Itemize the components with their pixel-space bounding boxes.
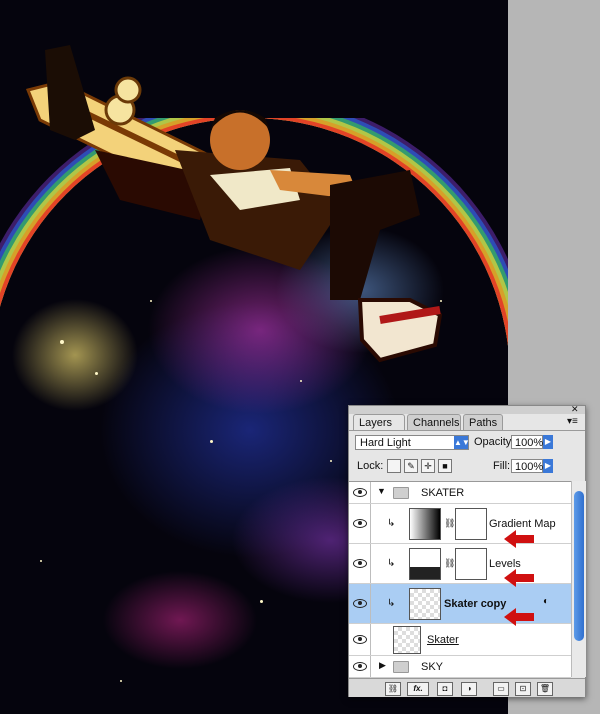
visibility-toggle[interactable] bbox=[349, 482, 371, 503]
layer-group-sky[interactable]: ▶ SKY bbox=[349, 656, 571, 678]
clip-arrow-icon: ↳ bbox=[387, 518, 396, 529]
layer-skater-copy[interactable]: ↳ Skater copy ◐ bbox=[349, 584, 571, 624]
opacity-input[interactable]: 100% bbox=[511, 435, 543, 449]
folder-icon bbox=[393, 487, 409, 499]
annotation-arrow bbox=[504, 608, 534, 626]
star bbox=[120, 680, 122, 682]
delete-layer-icon[interactable]: 🗑 bbox=[537, 682, 553, 696]
layer-name: SKATER bbox=[421, 487, 465, 499]
chain-link-icon: ⛓ bbox=[444, 518, 456, 528]
panel-titlebar[interactable] bbox=[349, 406, 585, 414]
folder-icon bbox=[393, 661, 409, 673]
panel-options-icon[interactable]: ▾≡ bbox=[567, 416, 578, 427]
smart-object-thumbnail bbox=[409, 588, 441, 620]
visibility-toggle[interactable] bbox=[349, 544, 371, 583]
lock-transparent-icon[interactable] bbox=[387, 459, 401, 473]
opacity-value: 100% bbox=[515, 437, 544, 449]
link-layers-icon[interactable]: ⛓ bbox=[385, 682, 401, 696]
blend-mode-value: Hard Light bbox=[360, 437, 411, 449]
dropdown-arrow-icon: ▲▼ bbox=[454, 436, 470, 449]
chain-link-icon: ⛓ bbox=[444, 558, 456, 568]
layer-mask-thumbnail bbox=[455, 548, 487, 580]
tab-label: Channels bbox=[413, 417, 460, 429]
star bbox=[40, 560, 42, 562]
eye-icon bbox=[352, 519, 367, 528]
fill-slider-button[interactable]: ▶ bbox=[543, 459, 553, 473]
layer-name: Gradient Map bbox=[489, 518, 556, 530]
visibility-toggle[interactable] bbox=[349, 656, 371, 677]
eye-icon bbox=[352, 599, 367, 608]
visibility-toggle[interactable] bbox=[349, 584, 371, 623]
expand-triangle-icon[interactable]: ▶ bbox=[379, 660, 386, 671]
clip-arrow-icon: ↳ bbox=[387, 558, 396, 569]
layer-name: Skater bbox=[427, 634, 459, 646]
opacity-label: Opacity: bbox=[474, 436, 515, 448]
eye-icon bbox=[352, 635, 367, 644]
layer-group-skater[interactable]: ▼ SKATER bbox=[349, 482, 571, 504]
lock-all-icon[interactable]: ■ bbox=[438, 459, 452, 473]
layers-bottom-toolbar: ⛓ fx. ◘ ◑ ▭ ⊡ 🗑 bbox=[349, 678, 585, 697]
lock-label: Lock: bbox=[357, 460, 384, 472]
layer-mask-thumbnail bbox=[455, 508, 487, 540]
add-mask-icon[interactable]: ◘ bbox=[437, 682, 453, 696]
fill-label: Fill: bbox=[493, 460, 511, 472]
eye-icon bbox=[352, 488, 367, 497]
lock-image-icon[interactable]: ✎ bbox=[404, 459, 418, 473]
panel-menu-icon[interactable]: ✕ bbox=[571, 404, 579, 415]
adjustment-layer-icon[interactable]: ◑ bbox=[461, 682, 477, 696]
layers-scrollbar[interactable] bbox=[571, 481, 586, 677]
fx-label: fx. bbox=[413, 684, 423, 693]
layer-name: SKY bbox=[421, 661, 444, 673]
tab-layers[interactable]: Layers × bbox=[353, 414, 405, 445]
visibility-toggle[interactable] bbox=[349, 624, 371, 655]
layer-style-icon[interactable]: ◐ bbox=[543, 596, 549, 607]
eye-icon bbox=[352, 559, 367, 568]
skater-figure bbox=[25, 45, 443, 363]
star bbox=[260, 600, 263, 603]
visibility-toggle[interactable] bbox=[349, 504, 371, 543]
blend-mode-select[interactable]: Hard Light ▲▼ bbox=[355, 435, 470, 450]
scrollbar-thumb[interactable] bbox=[574, 491, 584, 641]
add-style-button[interactable]: fx. bbox=[407, 682, 429, 696]
fill-input[interactable]: 100% bbox=[511, 459, 543, 473]
layer-name: Skater copy bbox=[444, 598, 507, 610]
opacity-slider-button[interactable]: ▶ bbox=[543, 435, 553, 449]
star bbox=[210, 440, 213, 443]
clip-arrow-icon: ↳ bbox=[387, 598, 396, 609]
layer-skater[interactable]: Skater bbox=[349, 624, 571, 656]
lock-position-icon[interactable]: ✛ bbox=[421, 459, 435, 473]
annotation-arrow bbox=[504, 530, 534, 548]
tab-channels[interactable]: Channels bbox=[407, 414, 461, 431]
tab-divider bbox=[349, 430, 585, 431]
layers-panel: ✕ Layers × Channels Paths ▾≡ Hard Light … bbox=[348, 404, 586, 697]
levels-histogram-thumbnail bbox=[409, 548, 441, 580]
annotation-arrow bbox=[504, 569, 534, 587]
expand-triangle-icon[interactable]: ▼ bbox=[377, 486, 386, 496]
layer-gradient-map[interactable]: ↳ ⛓ Gradient Map bbox=[349, 504, 571, 544]
new-layer-icon[interactable]: ⊡ bbox=[515, 682, 531, 696]
star bbox=[330, 460, 332, 462]
fill-value: 100% bbox=[515, 461, 544, 473]
layers-list: ▼ SKATER ↳ ⛓ Gradient Map ↳ ⛓ Levels ↳ S… bbox=[349, 481, 571, 678]
layer-levels[interactable]: ↳ ⛓ Levels bbox=[349, 544, 571, 584]
tab-label: Layers bbox=[359, 417, 393, 429]
tab-paths[interactable]: Paths bbox=[463, 414, 503, 431]
new-group-icon[interactable]: ▭ bbox=[493, 682, 509, 696]
eye-icon bbox=[352, 662, 367, 671]
gradient-map-thumbnail bbox=[409, 508, 441, 540]
tab-label: Paths bbox=[469, 417, 498, 429]
layer-thumbnail bbox=[393, 626, 421, 654]
